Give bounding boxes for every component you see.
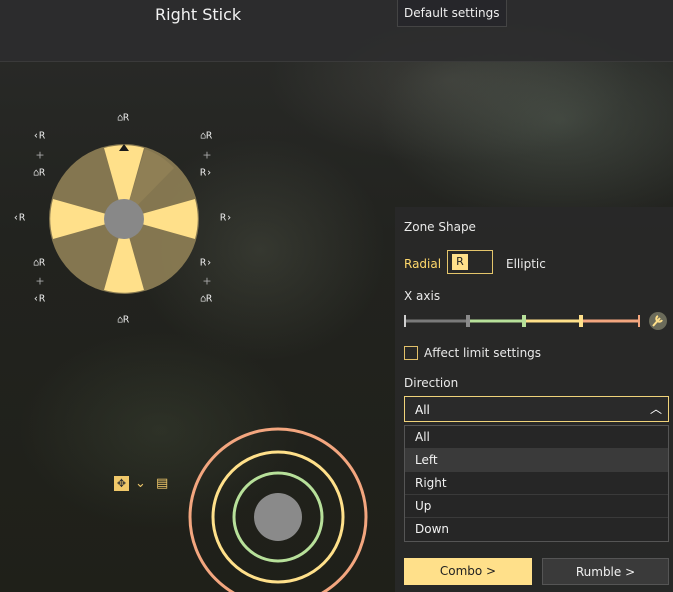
- chevron-up-icon: ︿: [649, 402, 662, 416]
- direction-option-right[interactable]: Right: [405, 472, 668, 495]
- direction-option-up[interactable]: Up: [405, 495, 668, 518]
- direction-label: Direction: [404, 376, 459, 390]
- direction-option-all[interactable]: All: [405, 426, 668, 449]
- direction-option-down[interactable]: Down: [405, 518, 668, 541]
- affect-limit-label: Affect limit settings: [424, 346, 542, 360]
- direction-dropdown: All Left Right Up Down: [404, 425, 669, 542]
- direction-selected-value: All: [415, 403, 430, 417]
- affect-limit-checkbox[interactable]: [404, 346, 418, 360]
- rumble-button[interactable]: Rumble >: [542, 558, 669, 585]
- combo-button[interactable]: Combo >: [404, 558, 532, 585]
- direction-select[interactable]: All ︿: [404, 396, 669, 422]
- direction-option-left[interactable]: Left: [405, 449, 668, 472]
